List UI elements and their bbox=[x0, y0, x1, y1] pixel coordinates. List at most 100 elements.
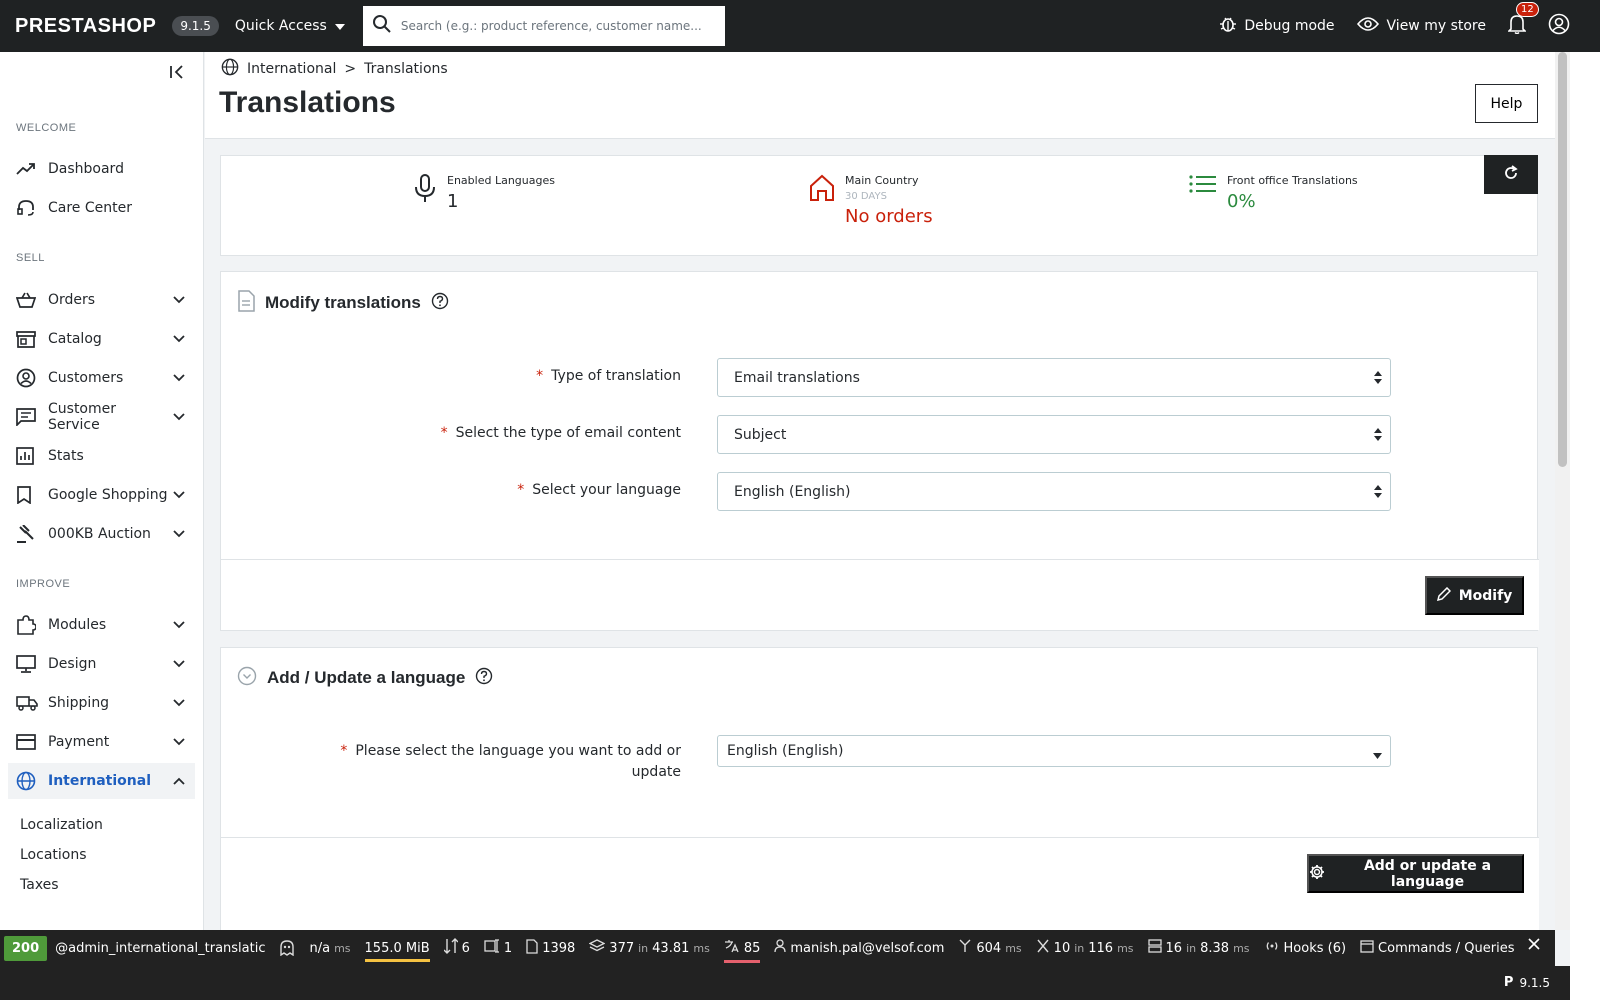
sidebar-item-design[interactable]: Design bbox=[8, 646, 195, 682]
section-sell: SELL bbox=[16, 252, 45, 264]
card-title: Modify translations bbox=[265, 293, 421, 312]
sidebar-item-label: Shipping bbox=[48, 695, 110, 711]
templates-panel[interactable]: 1398 bbox=[526, 938, 575, 958]
database-panel[interactable]: 377 in 43.81 ms bbox=[588, 939, 710, 957]
language-select[interactable]: English (English) bbox=[717, 472, 1391, 511]
ghost-icon[interactable] bbox=[279, 940, 295, 956]
profile-button[interactable] bbox=[1548, 13, 1570, 39]
kpi-value: No orders bbox=[845, 206, 933, 227]
hooks-panel[interactable]: Hooks (6) bbox=[1264, 939, 1346, 957]
sort-arrows-icon bbox=[1374, 371, 1382, 388]
prestashop-logo[interactable]: PRESTASHOP bbox=[15, 15, 156, 38]
sidebar-item-customers[interactable]: Customers bbox=[8, 360, 195, 396]
user-panel[interactable]: manish.pal@velsof.com bbox=[774, 939, 944, 957]
sidebar-item-auction[interactable]: 000KB Auction bbox=[8, 516, 195, 552]
view-store-link[interactable]: View my store bbox=[1356, 17, 1486, 35]
credit-card-icon bbox=[16, 734, 40, 750]
add-update-language-button[interactable]: Add or update a language bbox=[1307, 854, 1524, 893]
debug-mode-link[interactable]: Debug mode bbox=[1220, 15, 1335, 37]
route-name[interactable]: @admin_international_translatic bbox=[55, 941, 265, 956]
memory-usage[interactable]: 155.0 MiB bbox=[364, 935, 430, 962]
events-panel[interactable]: 10 in 116 ms bbox=[1036, 939, 1134, 957]
sidebar-item-payment[interactable]: Payment bbox=[8, 724, 195, 760]
gear-icon bbox=[1309, 864, 1325, 884]
search-input[interactable] bbox=[400, 19, 701, 33]
bug-icon bbox=[1220, 15, 1237, 37]
account-circle-icon bbox=[16, 368, 40, 388]
sidebar-item-label: Customers bbox=[48, 370, 124, 386]
collapse-circle-icon[interactable] bbox=[237, 666, 257, 690]
sidebar-item-label: Catalog bbox=[48, 331, 102, 347]
sidebar-item-modules[interactable]: Modules bbox=[8, 607, 195, 643]
monitor-icon bbox=[16, 655, 40, 673]
select-value: Subject bbox=[734, 426, 787, 443]
globe-icon bbox=[221, 58, 239, 80]
required-asterisk: * bbox=[536, 368, 544, 384]
sidebar-item-dashboard[interactable]: Dashboard bbox=[8, 151, 195, 187]
sidebar-subitem-locations[interactable]: Locations bbox=[20, 847, 87, 863]
cache-panel[interactable]: 16 in 8.38 ms bbox=[1147, 939, 1250, 957]
notifications-button[interactable]: 12 bbox=[1507, 2, 1539, 38]
sidebar-item-label: Modules bbox=[48, 617, 107, 633]
page-title: Translations bbox=[219, 86, 396, 119]
server-icon bbox=[1147, 939, 1162, 957]
refresh-button[interactable] bbox=[1484, 155, 1538, 194]
sidebar-item-stats[interactable]: Stats bbox=[8, 438, 195, 474]
chevron-down-icon bbox=[169, 296, 189, 304]
required-asterisk: * bbox=[340, 743, 348, 759]
sidebar-item-customer-service[interactable]: Customer Service bbox=[8, 399, 195, 435]
init-time-panel[interactable]: 604 ms bbox=[958, 939, 1022, 957]
top-header: PRESTASHOP 9.1.5 Quick Access Debug mode… bbox=[0, 0, 1600, 52]
add-language-select[interactable]: English (English) bbox=[717, 735, 1391, 767]
help-circle-icon[interactable] bbox=[431, 292, 449, 314]
kpi-value: 1 bbox=[447, 191, 459, 212]
split-arrows-icon bbox=[1036, 939, 1050, 957]
chat-icon bbox=[16, 408, 40, 426]
commands-panel[interactable]: Commands / Queries bbox=[1360, 939, 1514, 957]
translations-panel[interactable]: 85 bbox=[723, 933, 761, 963]
search-box[interactable] bbox=[362, 6, 725, 46]
sidebar-item-label: Stats bbox=[48, 448, 84, 464]
status-code-badge[interactable]: 200 bbox=[4, 935, 48, 961]
trending-up-icon bbox=[16, 162, 40, 176]
sidebar: WELCOME Dashboard Care Center SELL Order… bbox=[0, 52, 204, 930]
quick-access-dropdown[interactable]: Quick Access bbox=[235, 18, 345, 34]
sidebar-item-care-center[interactable]: Care Center bbox=[8, 190, 195, 226]
broadcast-icon bbox=[1264, 939, 1280, 957]
sidebar-item-shipping[interactable]: Shipping bbox=[8, 685, 195, 721]
kpi-title: Enabled Languages bbox=[447, 174, 555, 187]
forms-panel[interactable]: 1 bbox=[484, 939, 512, 957]
chevron-down-icon bbox=[169, 738, 189, 746]
footer-version[interactable]: P 9.1.5 bbox=[1504, 975, 1550, 990]
select-value: Email translations bbox=[734, 369, 860, 386]
scrollbar-thumb[interactable] bbox=[1558, 52, 1567, 467]
breadcrumb-parent[interactable]: International bbox=[247, 61, 336, 77]
sidebar-subitem-taxes[interactable]: Taxes bbox=[20, 877, 59, 893]
list-icon bbox=[1189, 174, 1217, 212]
section-welcome: WELCOME bbox=[16, 122, 77, 134]
modify-button[interactable]: Modify bbox=[1425, 576, 1524, 615]
sidebar-item-catalog[interactable]: Catalog bbox=[8, 321, 195, 357]
sidebar-item-google-shopping[interactable]: Google Shopping bbox=[8, 477, 195, 513]
help-circle-icon[interactable] bbox=[475, 667, 493, 689]
collapse-sidebar-button[interactable] bbox=[169, 64, 185, 84]
search-icon bbox=[372, 15, 391, 37]
sidebar-item-orders[interactable]: Orders bbox=[8, 282, 195, 318]
requests-panel[interactable]: 6 bbox=[443, 938, 470, 958]
file-icon bbox=[526, 938, 538, 958]
kpi-subtitle: 30 DAYS bbox=[845, 191, 887, 202]
email-content-select[interactable]: Subject bbox=[717, 415, 1391, 454]
translation-type-select[interactable]: Email translations bbox=[717, 358, 1391, 397]
sidebar-subitem-localization[interactable]: Localization bbox=[20, 817, 103, 833]
sidebar-item-label: 000KB Auction bbox=[48, 526, 151, 542]
kpi-front-office-translations: Front office Translations 0% bbox=[1189, 174, 1358, 212]
sidebar-item-international[interactable]: International bbox=[8, 763, 195, 799]
help-button[interactable]: Help bbox=[1475, 84, 1538, 123]
select-value: English (English) bbox=[734, 483, 851, 500]
page-scrollbar[interactable] bbox=[1555, 52, 1570, 930]
close-icon[interactable] bbox=[1528, 938, 1540, 954]
sidebar-item-label: Customer Service bbox=[48, 401, 117, 433]
request-time[interactable]: n/a ms bbox=[309, 941, 350, 956]
chevron-up-icon bbox=[169, 777, 189, 785]
collapse-icon bbox=[170, 65, 183, 79]
